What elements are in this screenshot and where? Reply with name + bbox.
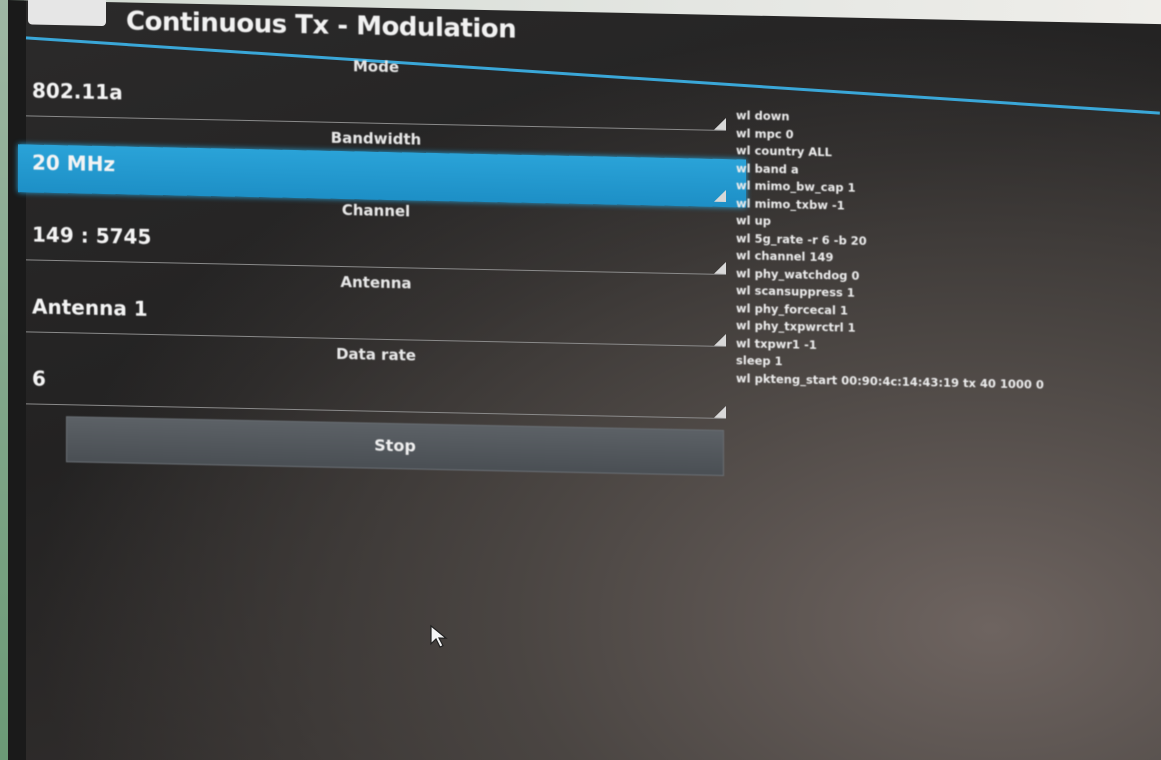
settings-form: Mode 802.11a Bandwidth 20 MHz Channel 14… [18,50,746,476]
dropdown-arrow-icon [714,261,726,275]
title-bar: Continuous Tx - Modulation [26,0,1161,60]
mode-dropdown[interactable]: Mode 802.11a [26,50,726,135]
mode-value: 802.11a [32,78,123,105]
data-rate-value: 6 [32,366,46,391]
antenna-dropdown[interactable]: Antenna Antenna 1 [26,266,726,351]
stop-button[interactable]: Stop [66,416,724,476]
channel-value: 149 : 5745 [32,222,152,250]
command-log: wl down wl mpc 0 wl country ALL wl band … [736,107,1044,393]
bandwidth-dropdown[interactable]: Bandwidth 20 MHz [18,122,746,208]
data-rate-dropdown[interactable]: Data rate 6 [26,338,726,423]
page-title: Continuous Tx - Modulation [126,6,517,45]
app-icon [28,0,106,27]
dropdown-arrow-icon [714,405,726,419]
antenna-value: Antenna 1 [32,294,148,321]
mouse-pointer-icon [430,624,448,648]
dropdown-arrow-icon [714,333,726,347]
bandwidth-value: 20 MHz [32,150,116,177]
dropdown-arrow-icon [714,117,726,131]
monitor-screen: Continuous Tx - Modulation Mode 802.11a … [8,0,1161,760]
channel-dropdown[interactable]: Channel 149 : 5745 [26,194,726,279]
photo-frame: Continuous Tx - Modulation Mode 802.11a … [0,0,1161,760]
dropdown-arrow-icon [714,189,726,203]
mode-label: Mode [352,57,400,77]
